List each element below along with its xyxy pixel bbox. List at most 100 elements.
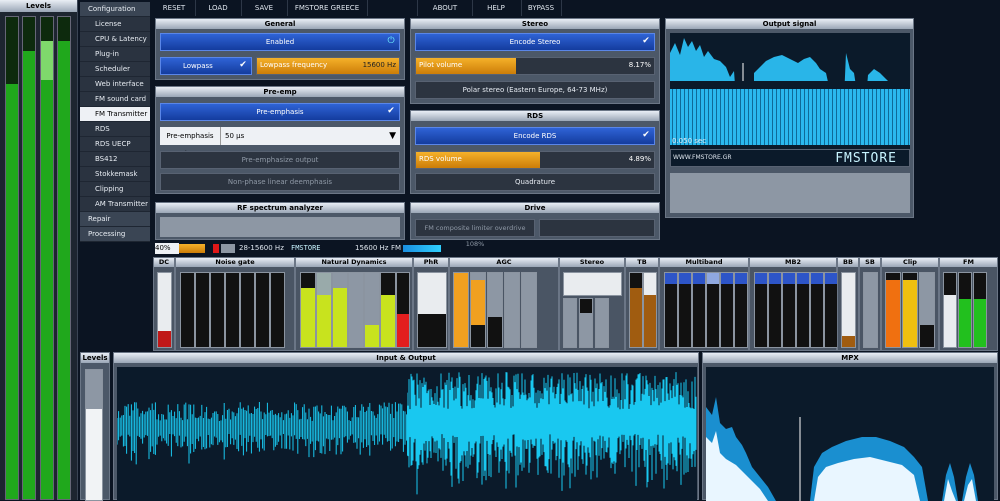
meter-bar bbox=[364, 272, 380, 348]
sidebar-item-cpu-latency[interactable]: CPU & Latency bbox=[80, 32, 150, 47]
sidebar-item-plug-in[interactable]: Plug-in bbox=[80, 47, 150, 62]
enabled-toggle[interactable]: Enabled ⏻ bbox=[160, 33, 400, 51]
meter-stereo-title: Stereo bbox=[560, 258, 624, 267]
preemp-panel: Pre-emp Pre-emphasis ✔ Pre-emphasis time… bbox=[155, 86, 405, 194]
chevron-down-icon: ▼ bbox=[389, 131, 396, 141]
lowpass-label: Lowpass bbox=[183, 62, 213, 70]
stereo-panel: Stereo Encode Stereo ✔ Pilot volume 8.17… bbox=[410, 18, 660, 104]
meter-agc-title: AGC bbox=[450, 258, 558, 267]
meter-bar bbox=[973, 272, 987, 348]
meter-bar bbox=[563, 298, 577, 348]
meter-sb: SB bbox=[859, 257, 881, 351]
meter-clip-title: Clip bbox=[882, 258, 938, 267]
sidebar-item-scheduler[interactable]: Scheduler bbox=[80, 62, 150, 77]
meter-bar bbox=[316, 272, 332, 348]
preset-name[interactable]: FMSTORE GREECE bbox=[287, 0, 368, 16]
meter-bar bbox=[841, 272, 856, 348]
save-button[interactable]: SAVE bbox=[241, 0, 288, 16]
sidebar-item-fm-transmitter[interactable]: FM Transmitter bbox=[80, 107, 150, 122]
meter-bar bbox=[417, 272, 447, 348]
meter-bar bbox=[902, 272, 918, 348]
preemphasis-label: Pre-emphasis bbox=[256, 108, 304, 116]
status-bar-fill bbox=[179, 244, 205, 253]
meter-phr-title: PhR bbox=[414, 258, 448, 267]
stereo-title: Stereo bbox=[411, 19, 659, 29]
lowpass-frequency-slider[interactable]: Lowpass frequency 15600 Hz bbox=[256, 57, 400, 75]
about-button[interactable]: ABOUT bbox=[417, 0, 473, 16]
status-fm-label: FM bbox=[391, 244, 402, 252]
preemphasis-time-value: 50 µs bbox=[225, 132, 245, 140]
lowpass-frequency-label: Lowpass frequency bbox=[260, 61, 328, 69]
status-meter bbox=[221, 244, 235, 253]
preemphasis-toggle[interactable]: Pre-emphasis ✔ bbox=[160, 103, 400, 121]
sidebar-item-bs412[interactable]: BS412 bbox=[80, 152, 150, 167]
rds-display: WWW.FMSTORE.GR FMSTORE bbox=[670, 149, 910, 167]
sidebar-item-license[interactable]: License bbox=[80, 17, 150, 32]
bypass-button[interactable]: BYPASS bbox=[521, 0, 562, 16]
status-ps: FMSTORE bbox=[291, 244, 321, 252]
levels-panel: Levels bbox=[0, 0, 78, 500]
meter-bar bbox=[863, 272, 878, 348]
output-empty-area bbox=[670, 173, 910, 213]
top-toolbar: RESET LOAD SAVE FMSTORE GREECE ABOUT HEL… bbox=[153, 0, 1000, 16]
meter-bar bbox=[396, 272, 410, 348]
reset-button[interactable]: RESET bbox=[153, 0, 196, 16]
status-percent: 40% bbox=[155, 243, 179, 254]
meter-bb-title: BB bbox=[838, 258, 858, 267]
meter-bar bbox=[595, 298, 609, 348]
bottom-level-meter bbox=[85, 369, 103, 501]
meter-agc: AGC bbox=[449, 257, 559, 351]
encode-stereo-toggle[interactable]: Encode Stereo ✔ bbox=[415, 33, 655, 51]
meter-bar bbox=[810, 272, 824, 348]
encode-rds-label: Encode RDS bbox=[513, 132, 557, 140]
preemphasis-time-select[interactable]: 50 µs ▼ bbox=[220, 127, 400, 145]
input-output-panel: Input & Output bbox=[113, 352, 699, 501]
meter-dc-title: DC bbox=[154, 258, 174, 267]
drive-title: Drive bbox=[411, 203, 659, 213]
quadrature-toggle[interactable]: Quadrature bbox=[415, 173, 655, 191]
help-button[interactable]: HELP bbox=[471, 0, 522, 16]
sidebar-item-repair[interactable]: Repair bbox=[80, 212, 150, 227]
meter-natdyn: Natural Dynamics bbox=[295, 257, 413, 351]
sidebar-item-am-transmitter[interactable]: AM Transmitter bbox=[80, 197, 150, 212]
polar-stereo-toggle[interactable]: Polar stereo (Eastern Europe, 64-73 MHz) bbox=[415, 81, 655, 99]
general-title: General bbox=[156, 19, 404, 29]
meter-bar bbox=[453, 272, 469, 348]
pilot-volume-slider[interactable]: Pilot volume 8.17% bbox=[415, 57, 655, 75]
preemphasize-output-toggle[interactable]: Pre-emphasize output bbox=[160, 151, 400, 169]
sidebar-item-stokkemask[interactable]: Stokkemask bbox=[80, 167, 150, 182]
load-button[interactable]: LOAD bbox=[195, 0, 242, 16]
meter-multiband-title: Multiband bbox=[660, 258, 748, 267]
meter-noise: Noise gate bbox=[175, 257, 295, 351]
meter-bar bbox=[521, 272, 537, 348]
preemphasis-time-label: Pre-emphasis time bbox=[160, 127, 220, 158]
sidebar-item-configuration[interactable]: Configuration bbox=[80, 2, 150, 17]
meter-bar bbox=[629, 272, 643, 348]
rds-title: RDS bbox=[411, 111, 659, 121]
rf-spectrum-panel: RF spectrum analyzer bbox=[155, 202, 405, 240]
meter-tb-title: TB bbox=[626, 258, 658, 267]
levels-title: Levels bbox=[0, 0, 77, 12]
composite-limiter-overdrive[interactable]: FM composite limiter overdrive 108% bbox=[415, 219, 535, 248]
pilot-volume-value: 8.17% bbox=[628, 61, 651, 69]
encode-rds-toggle[interactable]: Encode RDS ✔ bbox=[415, 127, 655, 145]
bottom-levels-title: Levels bbox=[81, 353, 109, 363]
meter-bar bbox=[782, 272, 796, 348]
level-meter-4 bbox=[57, 16, 71, 500]
drive-slider[interactable] bbox=[539, 219, 655, 237]
sidebar-item-web-interface[interactable]: Web interface bbox=[80, 77, 150, 92]
lowpass-toggle[interactable]: Lowpass ✔ bbox=[160, 57, 252, 75]
meter-fm: FM bbox=[939, 257, 998, 351]
meter-bar bbox=[300, 272, 316, 348]
nonphase-deemphasis-toggle[interactable]: Non-phase linear deemphasis bbox=[160, 173, 400, 191]
rds-ps-display: FMSTORE bbox=[835, 151, 897, 166]
sidebar-item-processing[interactable]: Processing bbox=[80, 227, 150, 242]
sidebar-item-rds[interactable]: RDS bbox=[80, 122, 150, 137]
sidebar-item-clipping[interactable]: Clipping bbox=[80, 182, 150, 197]
meter-bar bbox=[180, 272, 195, 348]
sidebar-item-fm-sound-card[interactable]: FM sound card bbox=[80, 92, 150, 107]
meter-bar bbox=[643, 272, 657, 348]
sidebar-item-rds-uecp[interactable]: RDS UECP bbox=[80, 137, 150, 152]
rds-panel: RDS Encode RDS ✔ RDS volume 4.89% Quadra… bbox=[410, 110, 660, 194]
rds-volume-slider[interactable]: RDS volume 4.89% bbox=[415, 151, 655, 169]
